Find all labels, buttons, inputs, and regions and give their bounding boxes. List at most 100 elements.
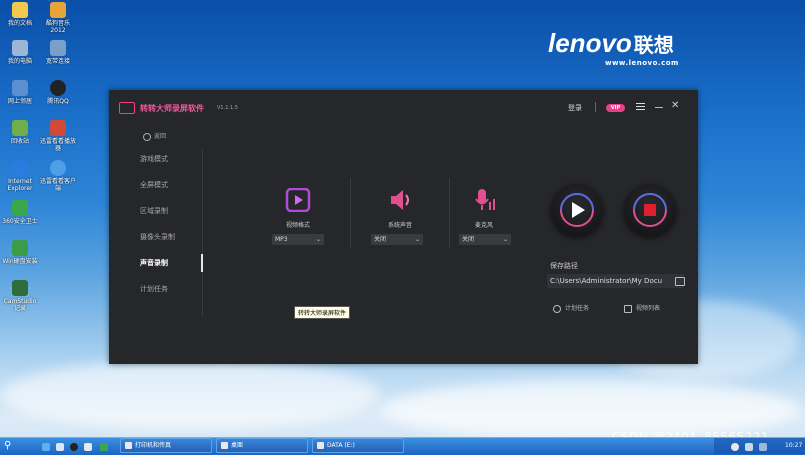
chevron-down-icon: ⌄	[414, 236, 420, 243]
desktop-icon-label: 网上邻居	[7, 98, 32, 105]
taskbar-window-data-drive[interactable]: DATA (E:)	[312, 438, 404, 453]
video-list-link-label: 视频列表	[636, 305, 661, 312]
desktop-icon-label: 360安全卫士	[2, 218, 38, 225]
nav-region-record[interactable]: 区域录制	[109, 206, 201, 216]
active-nav-indicator	[201, 254, 203, 272]
desktop-icon-win-install[interactable]: Win硬盘安装	[0, 240, 40, 265]
schedule-link[interactable]: 计划任务	[553, 303, 589, 313]
network-places-icon	[12, 80, 28, 96]
desktop-icon-recycle-bin[interactable]: 回收站	[0, 120, 40, 145]
player-icon	[50, 120, 66, 136]
video-list-link[interactable]: 视频列表	[624, 303, 660, 313]
play-icon	[560, 193, 594, 227]
desktop-icon-camstudio[interactable]: CamStudio 记录	[0, 280, 40, 312]
sidebar-divider	[202, 150, 203, 317]
printer-icon	[125, 442, 132, 449]
speaker-icon	[391, 190, 409, 210]
taskbar-window-desktop[interactable]: 桌面	[216, 438, 308, 453]
grid-icon	[624, 304, 632, 313]
divider	[350, 178, 351, 248]
tooltip: 转转大师录屏软件	[294, 306, 351, 319]
nav-game-mode[interactable]: 游戏模式	[109, 154, 201, 164]
nav-camera-record[interactable]: 摄像头录制	[109, 232, 201, 242]
quick-launch-desktop-icon[interactable]	[56, 443, 64, 451]
folder-icon	[12, 2, 28, 18]
desktop-icon-360[interactable]: 360安全卫士	[0, 200, 40, 225]
stop-record-button[interactable]	[624, 184, 676, 236]
microphone-label: 麦克风	[474, 222, 493, 229]
desktop-icon-label: 回收站	[10, 138, 29, 145]
lenovo-cn: 联想	[633, 33, 674, 57]
drive-icon	[317, 442, 324, 449]
tray-help-icon[interactable]	[731, 443, 739, 451]
schedule-link-label: 计划任务	[565, 305, 590, 312]
format-label: 视频格式	[285, 222, 310, 229]
taskbar-window-label: 桌面	[231, 442, 244, 449]
menu-icon[interactable]	[636, 103, 645, 111]
nav-audio-record[interactable]: 声音录制	[109, 258, 201, 268]
system-sound-block: 系统声音	[365, 188, 435, 229]
tray-network-icon[interactable]	[759, 443, 767, 451]
desktop-icon-label: 宽带连接	[45, 58, 70, 65]
lenovo-url: www.lenovo.com	[605, 59, 679, 67]
quick-launch-360-icon[interactable]	[100, 443, 108, 451]
close-icon[interactable]: ✕	[671, 101, 679, 111]
app-logo-icon	[119, 102, 135, 114]
start-record-button[interactable]	[551, 184, 603, 236]
chevron-down-icon: ⌄	[315, 236, 321, 243]
desktop-icon-label: Internet Explorer	[7, 178, 33, 192]
taskbar-clock: 10:27	[785, 442, 803, 449]
desktop-icon-label: 腾讯QQ	[47, 98, 69, 105]
back-arrow-icon	[143, 132, 151, 141]
format-select[interactable]: MP3 ⌄	[272, 234, 324, 245]
tray-volume-icon[interactable]	[745, 443, 753, 451]
lenovo-logo: lenovo 联想 www.lenovo.com	[548, 28, 678, 67]
taskbar-window-printers[interactable]: 打印机和传真	[120, 438, 212, 453]
desktop-icon-broadband[interactable]: 宽带连接	[38, 40, 78, 65]
minimize-icon[interactable]	[655, 107, 663, 108]
save-path-field[interactable]: C:\Users\Administrator\My Docu	[547, 274, 684, 288]
microphone-select[interactable]: 关闭 ⌄	[459, 234, 511, 245]
nav-fullscreen-mode[interactable]: 全屏模式	[109, 180, 201, 190]
desktop-icon-label: CamStudio 记录	[3, 298, 37, 312]
desktop-icon-label: 迅雷看看客户端	[39, 178, 76, 192]
taskbar-window-label: DATA (E:)	[327, 442, 355, 449]
desktop-icon-qq[interactable]: 腾讯QQ	[38, 80, 78, 105]
desktop-icon-label: 酷狗音乐 2012	[45, 20, 70, 34]
network-icon	[50, 40, 66, 56]
title-separator	[595, 102, 596, 112]
quick-launch-media-icon[interactable]	[84, 443, 92, 451]
app-title: 转转大师录屏软件	[140, 104, 204, 113]
desktop-icon-ie[interactable]: Internet Explorer	[0, 160, 40, 192]
desktop-icon-kugou[interactable]: 酷狗音乐 2012	[38, 2, 78, 34]
system-sound-select[interactable]: 关闭 ⌄	[371, 234, 423, 245]
desktop-icon-my-documents[interactable]: 我的文档	[0, 2, 40, 27]
microphone-block: 麦克风	[449, 188, 519, 229]
system-sound-label: 系统声音	[387, 222, 412, 229]
camera-icon	[12, 280, 28, 296]
login-button[interactable]: 登录	[568, 103, 582, 113]
desktop-icon-network[interactable]: 网上邻居	[0, 80, 40, 105]
video-format-icon	[285, 187, 311, 213]
desktop-icon-label: 迅雷看看播放器	[39, 138, 76, 152]
recorder-window: 转转大师录屏软件 V1.1.1.5 登录 VIP ✕ 返回 游戏模式 全屏模式 …	[109, 90, 698, 364]
windows-logo-icon: ⚲	[4, 440, 12, 451]
microphone-value: 关闭	[462, 236, 475, 243]
computer-icon	[12, 40, 28, 56]
back-button[interactable]: 返回	[143, 131, 166, 141]
title-bar[interactable]: 转转大师录屏软件 V1.1.1.5 登录 VIP ✕	[109, 90, 698, 124]
quick-launch-qq-icon[interactable]	[70, 443, 78, 451]
nav-schedule[interactable]: 计划任务	[109, 284, 201, 294]
desktop-icon-xunlei-client[interactable]: 迅雷看看客户端	[38, 160, 78, 192]
quick-launch-ie-icon[interactable]	[42, 443, 50, 451]
folder-icon[interactable]	[675, 277, 685, 286]
format-value: MP3	[275, 236, 288, 243]
desktop-icon-my-computer[interactable]: 我的电脑	[0, 40, 40, 65]
start-button[interactable]: ⚲	[4, 440, 26, 452]
clock-icon	[553, 304, 561, 313]
format-block: 视频格式	[263, 187, 333, 229]
desktop-icon-xunlei-player[interactable]: 迅雷看看播放器	[38, 120, 78, 152]
stop-icon	[633, 193, 667, 227]
chevron-down-icon: ⌄	[502, 236, 508, 243]
vip-badge[interactable]: VIP	[606, 104, 625, 112]
